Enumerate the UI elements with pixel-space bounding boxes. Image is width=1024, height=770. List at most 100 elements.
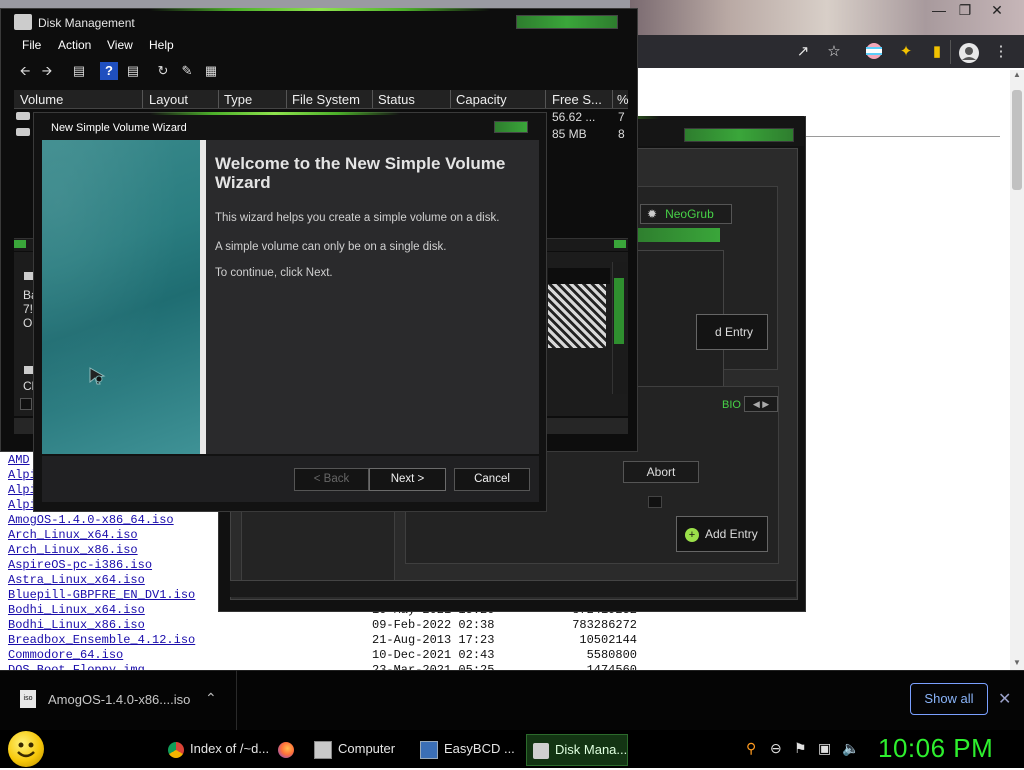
- back-arrow-icon[interactable]: 🡨: [16, 62, 34, 80]
- tab-neogrub[interactable]: ✹ NeoGrub: [640, 204, 732, 224]
- column-header[interactable]: Free S...: [552, 92, 602, 107]
- file-link[interactable]: Commodore_64.iso: [8, 648, 123, 662]
- free-space-cell: 85 MB: [552, 127, 587, 141]
- unallocated-partition[interactable]: [548, 284, 606, 348]
- file-link[interactable]: AMD: [8, 453, 30, 467]
- menu-view[interactable]: View: [107, 38, 133, 52]
- column-separator[interactable]: [372, 90, 373, 108]
- extensions-icon[interactable]: ✦: [895, 42, 917, 62]
- file-date: 10-Dec-2021 02:43: [372, 648, 495, 662]
- taskbar-item-active[interactable]: Disk Mana...: [526, 734, 628, 766]
- scroll-right-icon[interactable]: [614, 240, 626, 248]
- file-size: 5580800: [586, 648, 637, 662]
- share-icon[interactable]: ↗: [792, 42, 814, 62]
- window-title: Disk Management: [38, 16, 135, 30]
- minus-circle-icon[interactable]: ⊖: [770, 740, 782, 757]
- close-shelf-icon[interactable]: ✕: [998, 689, 1011, 709]
- menubar: [6, 36, 630, 56]
- menu-action[interactable]: Action: [58, 38, 91, 52]
- file-link[interactable]: Bodhi_Linux_x86.iso: [8, 618, 145, 632]
- titlebar-glow: [150, 112, 400, 115]
- bios-label: BIO: [722, 399, 741, 411]
- column-header[interactable]: Status: [378, 92, 415, 107]
- cancel-button[interactable]: Cancel: [454, 468, 530, 491]
- taskbar-item[interactable]: Index of /~d...: [168, 734, 269, 764]
- close-button[interactable]: [494, 121, 528, 133]
- scroll-left-icon[interactable]: [14, 240, 26, 248]
- download-file-name[interactable]: AmogOS-1.4.0-x86....iso: [48, 692, 190, 707]
- drive-icon: [16, 112, 30, 120]
- disk-map-scroll-thumb[interactable]: [614, 278, 624, 344]
- check-disk-icon[interactable]: ▦: [202, 62, 220, 80]
- menu-help[interactable]: Help: [149, 38, 174, 52]
- start-button[interactable]: [8, 731, 44, 767]
- window-controls[interactable]: [516, 15, 618, 29]
- percent-cell: 8: [618, 127, 625, 141]
- add-entry-button[interactable]: d Entry: [696, 314, 768, 350]
- properties-icon[interactable]: ▤: [124, 62, 142, 80]
- file-link[interactable]: AmogOS-1.4.0-x86_64.iso: [8, 513, 174, 527]
- column-header[interactable]: Capacity: [456, 92, 507, 107]
- column-header[interactable]: Layout: [149, 92, 188, 107]
- column-header[interactable]: Type: [224, 92, 252, 107]
- column-separator[interactable]: [286, 90, 287, 108]
- wizard-heading: Welcome to the New Simple Volume Wizard: [215, 154, 506, 192]
- free-space-cell: 56.62 ...: [552, 110, 596, 124]
- column-header[interactable]: %: [617, 92, 629, 107]
- file-link[interactable]: Bluepill-GBPFRE_EN_DV1.iso: [8, 588, 195, 602]
- taskbar-item[interactable]: Computer: [314, 734, 414, 764]
- taskbar-item[interactable]: EasyBCD ...: [420, 734, 520, 764]
- search-icon[interactable]: ⚲: [746, 740, 756, 757]
- file-size: 783286272: [572, 618, 637, 632]
- taskbar-item[interactable]: [278, 734, 308, 764]
- forward-arrow-icon[interactable]: 🡪: [38, 62, 56, 80]
- taskbar-clock[interactable]: 10:06 PM: [878, 733, 993, 764]
- restore-icon[interactable]: ❐: [954, 2, 976, 18]
- file-link[interactable]: Bodhi_Linux_x64.iso: [8, 603, 145, 617]
- column-separator[interactable]: [612, 90, 613, 108]
- disk-management-icon: [533, 742, 549, 759]
- file-link[interactable]: Arch_Linux_x86.iso: [8, 543, 138, 557]
- show-all-button[interactable]: Show all: [910, 683, 988, 715]
- scroll-down-icon[interactable]: ▼: [1013, 658, 1021, 667]
- column-separator[interactable]: [218, 90, 219, 108]
- scroll-up-icon[interactable]: ▲: [1013, 70, 1021, 79]
- column-header[interactable]: File System: [292, 92, 360, 107]
- account-icon[interactable]: [958, 42, 980, 63]
- sidebar-icon[interactable]: ▮: [926, 42, 948, 62]
- file-link[interactable]: AspireOS-pc-i386.iso: [8, 558, 152, 572]
- easybcd-statusbar: [230, 580, 796, 597]
- console-tree-icon[interactable]: ▤: [70, 62, 88, 80]
- bios-stepper[interactable]: ◀ ▶: [744, 396, 778, 412]
- next-button[interactable]: Next >: [369, 468, 446, 491]
- volume-icon[interactable]: 🔈: [842, 740, 859, 757]
- column-header[interactable]: Volume: [20, 92, 63, 107]
- minimize-icon[interactable]: —: [928, 2, 950, 18]
- menu-icon[interactable]: ⋮: [990, 42, 1012, 62]
- menu-file[interactable]: File: [22, 38, 41, 52]
- close-icon[interactable]: ✕: [986, 2, 1008, 18]
- abort-button[interactable]: Abort: [623, 461, 699, 483]
- column-separator[interactable]: [142, 90, 143, 108]
- network-icon[interactable]: ▣: [818, 740, 831, 757]
- tab-label: NeoGrub: [665, 207, 714, 221]
- profile-flag-icon[interactable]: [863, 42, 885, 62]
- wizard-text: This wizard helps you create a simple vo…: [215, 212, 500, 224]
- wizard-text: To continue, click Next.: [215, 267, 333, 279]
- add-entry-button[interactable]: + Add Entry: [676, 516, 768, 552]
- column-separator[interactable]: [545, 90, 546, 108]
- column-separator[interactable]: [450, 90, 451, 108]
- star-icon[interactable]: ☆: [823, 42, 845, 62]
- refresh-icon[interactable]: ↻: [154, 62, 172, 80]
- file-link[interactable]: Breadbox_Ensemble_4.12.iso: [8, 633, 195, 647]
- scrollbar-thumb[interactable]: [1012, 90, 1022, 190]
- chevron-up-icon[interactable]: ⌃: [205, 690, 217, 707]
- flag-icon[interactable]: ⚑: [794, 740, 807, 757]
- back-button[interactable]: < Back: [294, 468, 369, 491]
- help-icon[interactable]: ?: [100, 62, 118, 80]
- file-link[interactable]: Arch_Linux_x64.iso: [8, 528, 138, 542]
- disk-size: 7!: [23, 302, 34, 316]
- edit-icon[interactable]: ✎: [178, 62, 196, 80]
- window-controls[interactable]: [684, 128, 794, 142]
- file-link[interactable]: Astra_Linux_x64.iso: [8, 573, 145, 587]
